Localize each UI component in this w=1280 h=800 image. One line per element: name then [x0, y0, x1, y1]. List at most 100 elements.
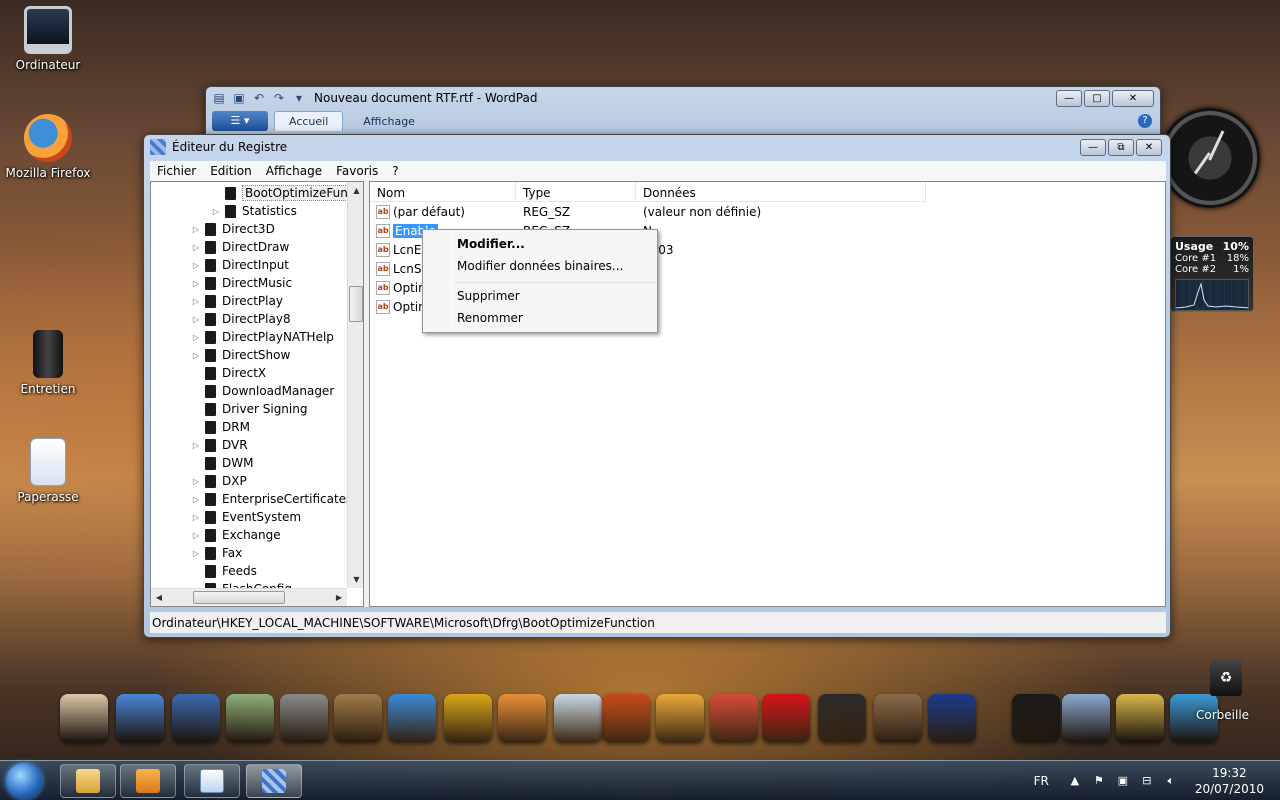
tab-affichage[interactable]: Affichage — [349, 112, 429, 131]
start-button[interactable] — [6, 763, 42, 799]
recycle-bin-icon[interactable]: ♻ — [1210, 660, 1242, 696]
ccleaner-icon[interactable] — [818, 694, 866, 742]
menu-item-modifier[interactable]: Modifier... — [425, 233, 655, 255]
tree-expander-icon[interactable]: ▷ — [191, 279, 201, 288]
scroll-left-arrow-icon[interactable]: ◀ — [151, 589, 167, 606]
tree-horizontal-scrollbar[interactable]: ◀ ▶ — [151, 588, 347, 606]
desktop-icon-computer[interactable]: Ordinateur — [0, 6, 96, 72]
tree-item[interactable]: ▷ Fax — [191, 544, 242, 562]
k-icon[interactable] — [444, 694, 492, 742]
tree-expander-icon[interactable]: ▷ — [191, 315, 201, 324]
media-player-icon[interactable] — [172, 694, 220, 742]
desktop-icon-paperasse[interactable]: Paperasse — [0, 438, 96, 504]
menu-item-supprimer[interactable]: Supprimer — [425, 285, 655, 307]
volume-icon[interactable]: 🔈︎ — [1163, 773, 1179, 789]
disk-icon[interactable] — [1062, 694, 1110, 742]
menu-favoris[interactable]: Favoris — [336, 164, 378, 178]
photoshop-icon[interactable] — [656, 694, 704, 742]
tree-expander-icon[interactable]: ▷ — [191, 243, 201, 252]
scroll-up-arrow-icon[interactable]: ▲ — [348, 182, 363, 199]
undo-icon[interactable]: ↶ — [252, 91, 266, 105]
save-icon[interactable]: ▣ — [232, 91, 246, 105]
show-hidden-icons-icon[interactable]: ▲ — [1067, 773, 1083, 789]
tree-expander-icon[interactable]: ▷ — [191, 225, 201, 234]
cpu-gadget[interactable]: Usage 10% Core #1 18% Core #2 1% — [1170, 236, 1254, 312]
mt-icon[interactable] — [1012, 694, 1060, 742]
taskbar-media-player[interactable] — [120, 764, 176, 798]
help-icon[interactable]: ? — [1138, 114, 1152, 128]
tree-item[interactable]: BootOptimizeFunct — [211, 184, 363, 202]
tree-expander-icon[interactable]: ▷ — [191, 531, 201, 540]
tree-expander-icon[interactable]: ▷ — [191, 477, 201, 486]
network-icon[interactable] — [116, 694, 164, 742]
mail-icon[interactable] — [498, 694, 546, 742]
menu-affichage[interactable]: Affichage — [266, 164, 322, 178]
desktop-icon-entretien[interactable]: Entretien — [0, 330, 96, 396]
regedit-titlebar[interactable]: Éditeur du Registre — ⧉ ✕ — [144, 135, 1170, 159]
wordpad-menu-button[interactable]: ☰ ▾ — [212, 111, 268, 131]
tree-expander-icon[interactable]: ▷ — [191, 261, 201, 270]
scroll-right-arrow-icon[interactable]: ▶ — [331, 589, 347, 606]
shield-icon[interactable] — [226, 694, 274, 742]
taskbar-explorer[interactable] — [60, 764, 116, 798]
column-header-data[interactable]: Données — [636, 182, 926, 201]
tree-item[interactable]: Feeds — [191, 562, 257, 580]
tree-vertical-scrollbar[interactable]: ▲ ▼ — [347, 182, 363, 588]
clock[interactable]: 19:32 20/07/2010 — [1195, 765, 1264, 797]
tree-item[interactable]: ▷ DirectMusic — [191, 274, 292, 292]
tree-expander-icon[interactable]: ▷ — [191, 297, 201, 306]
device-icon[interactable]: ▣ — [1115, 773, 1131, 789]
scroll-down-arrow-icon[interactable]: ▼ — [348, 571, 363, 588]
tree-item[interactable]: DRM — [191, 418, 250, 436]
regedit-window[interactable]: Éditeur du Registre — ⧉ ✕ Fichier Editio… — [143, 134, 1171, 638]
close-button[interactable]: ✕ — [1136, 138, 1162, 156]
column-header-name[interactable]: Nom — [370, 182, 516, 201]
tools-icon[interactable] — [1116, 694, 1164, 742]
tree-expander-icon[interactable]: ▷ — [191, 495, 201, 504]
action-center-flag-icon[interactable]: ⚑ — [1091, 773, 1107, 789]
photo-camera-icon[interactable] — [280, 694, 328, 742]
scroll-thumb[interactable] — [349, 286, 363, 322]
redo-icon[interactable]: ↷ — [272, 91, 286, 105]
menu-item-modifier-binaire[interactable]: Modifier données binaires... — [425, 255, 655, 277]
tree-item[interactable]: ▷ Statistics — [211, 202, 297, 220]
wordpad-app-icon[interactable]: ▤ — [212, 91, 226, 105]
taskbar-regedit[interactable] — [246, 764, 302, 798]
menu-help[interactable]: ? — [392, 164, 398, 178]
clock-gadget[interactable] — [1160, 108, 1260, 208]
tree-expander-icon[interactable]: ▷ — [191, 441, 201, 450]
tree-item[interactable]: ▷ Direct3D — [191, 220, 275, 238]
tree-item[interactable]: ▷ DirectInput — [191, 256, 289, 274]
tree-item[interactable]: ▷ DVR — [191, 436, 248, 454]
tree-item[interactable]: ▷ EnterpriseCertificates — [191, 490, 352, 508]
tree-item[interactable]: ▷ DirectDraw — [191, 238, 289, 256]
language-indicator[interactable]: FR — [1034, 774, 1049, 788]
cat-icon[interactable] — [60, 694, 108, 742]
tree-item[interactable]: ▷ DXP — [191, 472, 247, 490]
tree-item[interactable]: DirectX — [191, 364, 266, 382]
chevron-down-icon[interactable]: ▾ — [292, 91, 306, 105]
key-tree[interactable]: BootOptimizeFunct ▷ Statistics ▷ Direct3D ▷ Di… — [150, 181, 364, 607]
maximize-button[interactable]: ⧉ — [1108, 138, 1134, 156]
menu-fichier[interactable]: Fichier — [157, 164, 196, 178]
tree-item[interactable]: ▷ DirectShow — [191, 346, 290, 364]
minimize-button[interactable]: — — [1080, 138, 1106, 156]
tree-expander-icon[interactable]: ▷ — [191, 333, 201, 342]
tree-item[interactable]: ▷ DirectPlay8 — [191, 310, 291, 328]
tree-item[interactable]: ▷ Exchange — [191, 526, 281, 544]
browser-icon[interactable] — [710, 694, 758, 742]
column-header-type[interactable]: Type — [516, 182, 636, 201]
avira-icon[interactable] — [762, 694, 810, 742]
tree-expander-icon[interactable]: ▷ — [191, 351, 201, 360]
tree-expander-icon[interactable]: ▷ — [191, 513, 201, 522]
tree-expander-icon[interactable]: ▷ — [211, 207, 221, 216]
menu-edition[interactable]: Edition — [210, 164, 252, 178]
desktop-icon-firefox[interactable]: Mozilla Firefox — [0, 114, 96, 180]
tree-item[interactable]: Driver Signing — [191, 400, 307, 418]
value-row[interactable]: ab (par défaut) REG_SZ (valeur non définie) — [370, 202, 926, 221]
tree-item[interactable]: ▷ DirectPlayNATHelp — [191, 328, 334, 346]
network-icon[interactable]: ⊟ — [1139, 773, 1155, 789]
tree-item[interactable]: DWM — [191, 454, 253, 472]
tree-expander-icon[interactable]: ▷ — [191, 549, 201, 558]
shuttle-icon[interactable] — [554, 694, 602, 742]
